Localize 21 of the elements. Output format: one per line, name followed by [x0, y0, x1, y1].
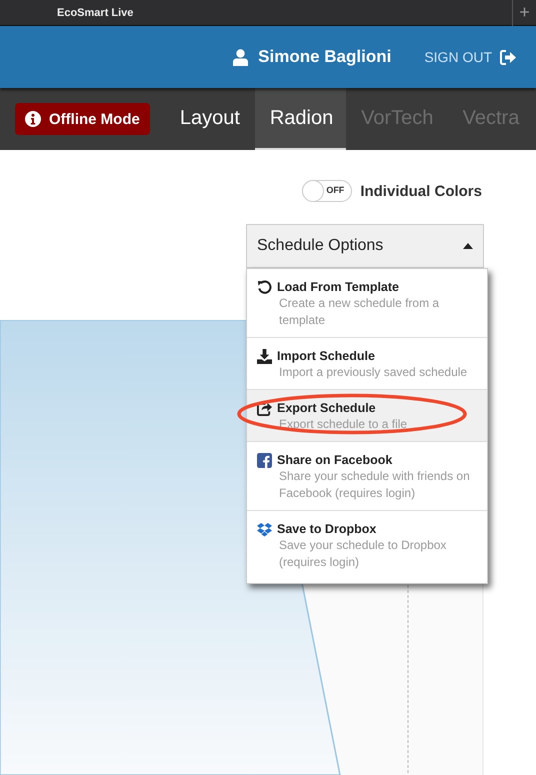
menu-item[interactable]: Load From Template Create a new schedule from a template [247, 269, 487, 338]
menu-item[interactable]: Save to Dropbox Save your schedule to Dropbox (requires login) [247, 511, 487, 583]
user-name: Simone Baglioni [258, 47, 392, 67]
facebook-icon [257, 453, 272, 468]
dropbox-icon [257, 522, 272, 537]
download-icon [257, 349, 272, 364]
undo-arrow-icon [257, 280, 272, 295]
sign-out-icon [500, 50, 516, 64]
nav-tab[interactable]: Layout [164, 88, 255, 150]
caret-icon [463, 243, 473, 249]
schedule-options-dropdown[interactable]: Schedule Options [246, 224, 484, 268]
offline-mode-badge[interactable]: Offline Mode [15, 103, 150, 135]
nav-tab[interactable]: Radion [254, 88, 346, 150]
info-icon [25, 111, 41, 127]
share-icon [257, 401, 272, 416]
toggle-switch[interactable]: OFF [302, 180, 352, 202]
menu-item[interactable]: Share on Facebook Share your schedule with friends on Facebook (requires login) [247, 442, 487, 511]
window-title: EcoSmart Live [57, 6, 134, 18]
toggle-label: Individual Colors [360, 182, 482, 200]
sign-out-button[interactable]: SIGN OUT [424, 49, 516, 65]
user-icon [233, 48, 248, 66]
